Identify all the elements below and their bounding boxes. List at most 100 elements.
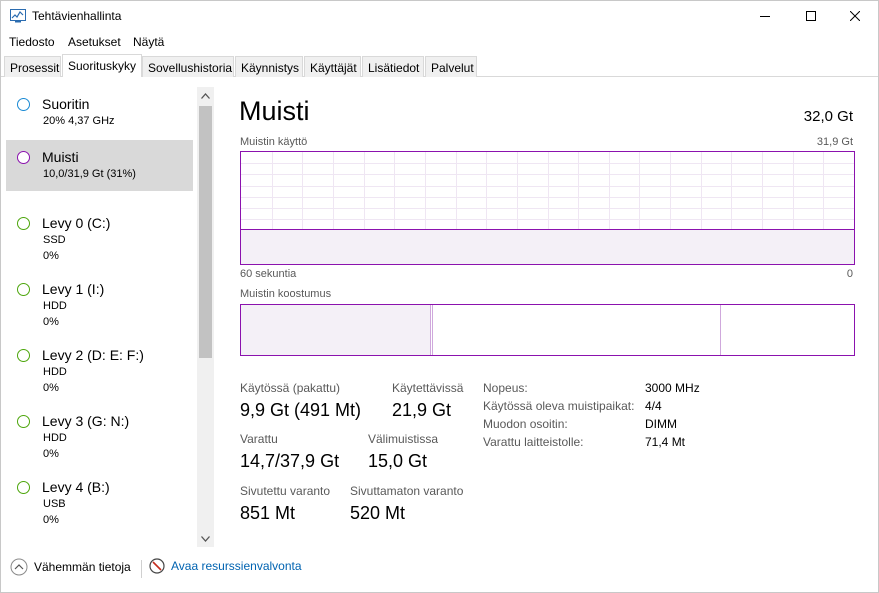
sidebar-item-6[interactable]: Levy 4 (B:) USB 0%	[6, 470, 193, 530]
sidebar-item-detail: 0%	[43, 382, 59, 394]
sidebar-item-detail: 10,0/31,9 Gt (31%)	[43, 168, 136, 180]
maximize-icon	[806, 11, 816, 21]
menu-file[interactable]: Tiedosto	[9, 35, 55, 49]
sidebar-item-name: Ethernet	[42, 545, 95, 547]
fewer-details-button[interactable]: Vähemmän tietoja	[10, 558, 131, 576]
sidebar-item-detail: HDD	[43, 300, 67, 312]
footer-separator	[141, 560, 142, 578]
hardware-reserved-value: 71,4 Mt	[645, 435, 686, 449]
sidebar-item-name: Levy 2 (D: E: F:)	[42, 347, 144, 363]
speed-label: Nopeus:	[483, 381, 528, 395]
sidebar-item-name: Levy 0 (C:)	[42, 215, 111, 231]
sidebar-item-detail: 0%	[43, 448, 59, 460]
close-icon	[850, 11, 860, 21]
slots-used-label: Käytössä oleva muistipaikat:	[483, 399, 635, 413]
window-title: Tehtävienhallinta	[32, 9, 122, 23]
tab-processes[interactable]: Prosessit	[4, 56, 61, 77]
task-manager-window: Tehtävienhallinta Tiedosto Asetukset Näy…	[0, 0, 879, 593]
cached-label: Välimuistissa	[368, 432, 439, 446]
memory-usage-fill	[241, 229, 854, 264]
tab-details[interactable]: Lisätiedot	[362, 56, 424, 77]
memory-usage-graph	[240, 151, 855, 265]
sidebar-item-detail: HDD	[43, 366, 67, 378]
footer-bar: Vähemmän tietoja Avaa resurssienvalvonta	[1, 554, 878, 584]
composition-standby[interactable]	[433, 305, 721, 355]
composition-label: Muistin koostumus	[240, 288, 332, 300]
available-label: Käytettävissä	[392, 381, 464, 395]
paged-pool-value: 851 Mt	[240, 503, 296, 523]
sidebar-item-5[interactable]: Levy 3 (G: N:) HDD 0%	[6, 404, 193, 464]
paged-pool-label: Sivutettu varanto	[240, 484, 331, 498]
chevron-down-icon	[201, 535, 210, 542]
scroll-thumb[interactable]	[199, 106, 212, 358]
title-bar[interactable]: Tehtävienhallinta	[1, 1, 878, 31]
nonpaged-pool-value: 520 Mt	[350, 503, 406, 523]
minimize-icon	[760, 16, 770, 17]
sidebar-item-detail: SSD	[43, 234, 66, 246]
composition-in-use[interactable]	[241, 305, 431, 355]
sidebar-item-1[interactable]: Muisti 10,0/31,9 Gt (31%)	[6, 140, 193, 191]
form-factor-value: DIMM	[645, 417, 677, 431]
minimize-button[interactable]	[742, 1, 788, 31]
resource-status-icon	[17, 217, 30, 230]
usage-graph-label: Muistin käyttö	[240, 136, 308, 148]
chevron-up-icon	[201, 92, 210, 99]
available-value: 21,9 Gt	[392, 400, 452, 420]
menu-settings[interactable]: Asetukset	[68, 35, 121, 49]
memory-composition-bar[interactable]	[240, 304, 855, 356]
sidebar-item-name: Levy 1 (I:)	[42, 281, 105, 297]
sidebar-item-name: Levy 4 (B:)	[42, 479, 110, 495]
graph-time-right: 0	[846, 268, 853, 280]
tab-strip: Prosessit Suorituskyky Sovellushistoria …	[1, 54, 878, 77]
slots-used-value: 4/4	[645, 399, 662, 413]
total-memory: 32,0 Gt	[803, 108, 853, 125]
resource-status-icon	[17, 349, 30, 362]
chevron-up-circle-icon	[10, 558, 28, 576]
resource-status-icon	[17, 98, 30, 111]
fewer-details-label: Vähemmän tietoja	[34, 560, 131, 574]
sidebar-item-detail: 20% 4,37 GHz	[43, 115, 115, 127]
resource-status-icon	[17, 415, 30, 428]
scroll-up-button[interactable]	[197, 87, 214, 104]
resource-monitor-label: Avaa resurssienvalvonta	[171, 559, 302, 573]
open-resource-monitor-link[interactable]: Avaa resurssienvalvonta	[149, 558, 302, 574]
maximize-button[interactable]	[788, 1, 834, 31]
in-use-label: Käytössä (pakattu)	[240, 381, 341, 395]
menu-view[interactable]: Näytä	[133, 35, 164, 49]
tab-users[interactable]: Käyttäjät	[304, 56, 361, 77]
sidebar-item-detail: 0%	[43, 514, 59, 526]
resource-status-icon	[17, 481, 30, 494]
tab-startup[interactable]: Käynnistys	[235, 56, 303, 77]
task-manager-icon	[10, 9, 26, 23]
graph-time-left: 60 sekuntia	[240, 268, 297, 280]
page-title: Muisti	[239, 96, 310, 126]
menu-bar: Tiedosto Asetukset Näytä	[1, 32, 878, 52]
usage-graph-max: 31,9 Gt	[816, 136, 853, 148]
sidebar-item-detail: USB	[43, 498, 66, 510]
committed-label: Varattu	[240, 432, 278, 446]
tab-services[interactable]: Palvelut	[425, 56, 477, 77]
resource-status-icon	[17, 283, 30, 296]
sidebar-item-0[interactable]: Suoritin 20% 4,37 GHz	[6, 87, 193, 147]
scroll-down-button[interactable]	[197, 530, 214, 547]
sidebar-item-name: Muisti	[42, 149, 79, 165]
committed-value: 14,7/37,9 Gt	[240, 451, 340, 471]
sidebar-item-name: Levy 3 (G: N:)	[42, 413, 130, 429]
sidebar-item-2[interactable]: Levy 0 (C:) SSD 0%	[6, 206, 193, 266]
form-factor-label: Muodon osoitin:	[483, 417, 568, 431]
resource-sidebar: Suoritin 20% 4,37 GHz Muisti 10,0/31,9 Gt (…	[6, 87, 194, 547]
sidebar-item-7[interactable]: Ethernet	[6, 536, 193, 547]
resource-monitor-icon	[149, 558, 165, 574]
sidebar-item-detail: 0%	[43, 316, 59, 328]
sidebar-item-detail: HDD	[43, 432, 67, 444]
tab-app-history[interactable]: Sovellushistoria	[142, 56, 234, 77]
sidebar-item-3[interactable]: Levy 1 (I:) HDD 0%	[6, 272, 193, 332]
sidebar-item-4[interactable]: Levy 2 (D: E: F:) HDD 0%	[6, 338, 193, 398]
speed-value: 3000 MHz	[645, 381, 700, 395]
sidebar-item-name: Suoritin	[42, 96, 90, 112]
tab-performance[interactable]: Suorituskyky	[62, 54, 142, 77]
sidebar-item-detail: 0%	[43, 250, 59, 262]
close-button[interactable]	[832, 1, 878, 31]
cached-value: 15,0 Gt	[368, 451, 428, 471]
sidebar-scrollbar[interactable]	[197, 87, 214, 547]
